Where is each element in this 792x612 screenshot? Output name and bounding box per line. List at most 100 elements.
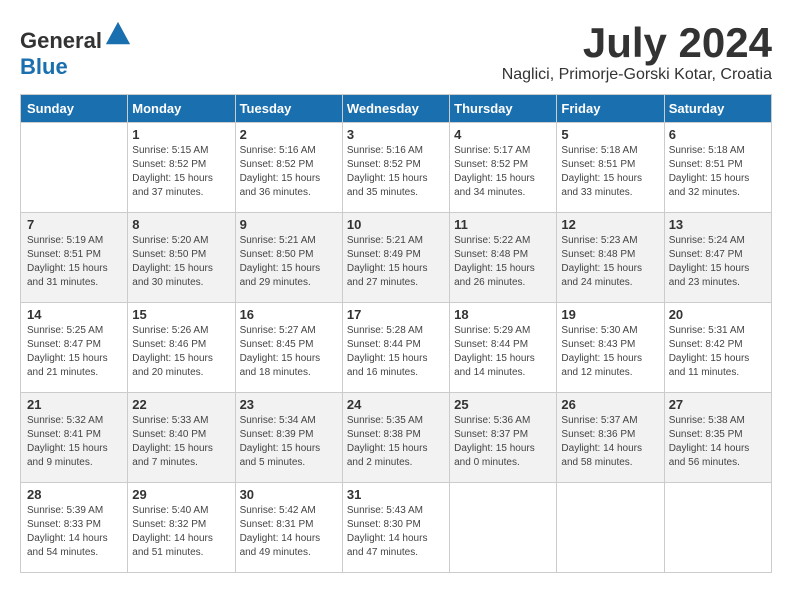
calendar-cell: 11Sunrise: 5:22 AM Sunset: 8:48 PM Dayli… (450, 213, 557, 303)
logo: General Blue (20, 20, 132, 80)
day-number: 1 (132, 127, 230, 142)
calendar-cell: 5 Sunrise: 5:18 AM Sunset: 8:51 PM Daylig… (557, 123, 664, 213)
day-info: Sunrise: 5:21 AM Sunset: 8:50 PM Dayligh… (240, 234, 338, 290)
day-info: Sunrise: 5:21 AM Sunset: 8:49 PM Dayligh… (347, 234, 445, 290)
day-info: Sunrise: 5:28 AM Sunset: 8:44 PM Dayligh… (347, 324, 445, 380)
day-number: 11 (454, 217, 552, 232)
day-info: Sunrise: 5:19 AM Sunset: 8:51 PM Dayligh… (27, 234, 123, 290)
day-info: Sunrise: 5:20 AM Sunset: 8:50 PM Dayligh… (132, 234, 230, 290)
day-number: 9 (240, 217, 338, 232)
calendar-week-row: 1 Sunrise: 5:15 AM Sunset: 8:52 PM Daylig… (21, 123, 772, 213)
day-info: Sunrise: 5:30 AM Sunset: 8:43 PM Dayligh… (561, 324, 659, 380)
calendar-cell: 3 Sunrise: 5:16 AM Sunset: 8:52 PM Daylig… (342, 123, 449, 213)
calendar-cell: 17Sunrise: 5:28 AM Sunset: 8:44 PM Dayli… (342, 303, 449, 393)
day-number: 19 (561, 307, 659, 322)
logo-general: General (20, 28, 102, 53)
calendar-cell: 6 Sunrise: 5:18 AM Sunset: 8:51 PM Daylig… (664, 123, 771, 213)
day-number: 24 (347, 397, 445, 412)
day-number: 21 (27, 397, 123, 412)
calendar-header-saturday: Saturday (664, 95, 771, 123)
day-info: Sunrise: 5:34 AM Sunset: 8:39 PM Dayligh… (240, 414, 338, 470)
calendar-cell: 14Sunrise: 5:25 AM Sunset: 8:47 PM Dayli… (21, 303, 128, 393)
calendar-cell: 4Sunrise: 5:17 AM Sunset: 8:52 PM Daylig… (450, 123, 557, 213)
calendar-cell: 8Sunrise: 5:20 AM Sunset: 8:50 PM Daylig… (128, 213, 235, 303)
calendar-header-monday: Monday (128, 95, 235, 123)
day-info: Sunrise: 5:32 AM Sunset: 8:41 PM Dayligh… (27, 414, 123, 470)
day-number: 25 (454, 397, 552, 412)
logo-text: General Blue (20, 20, 132, 80)
day-number: 23 (240, 397, 338, 412)
day-number: 7 (27, 217, 123, 232)
calendar-cell: 24 Sunrise: 5:35 AM Sunset: 8:38 PM Dayli… (342, 393, 449, 483)
calendar-week-row: 21 Sunrise: 5:32 AM Sunset: 8:41 PM Dayli… (21, 393, 772, 483)
day-number: 13 (669, 217, 767, 232)
day-info: Sunrise: 5:15 AM Sunset: 8:52 PM Dayligh… (132, 144, 230, 200)
day-info: Sunrise: 5:24 AM Sunset: 8:47 PM Dayligh… (669, 234, 767, 290)
calendar-table: SundayMondayTuesdayWednesdayThursdayFrid… (20, 94, 772, 573)
day-number: 29 (132, 487, 230, 502)
calendar-cell: 23 Sunrise: 5:34 AM Sunset: 8:39 PM Dayli… (235, 393, 342, 483)
day-info: Sunrise: 5:27 AM Sunset: 8:45 PM Dayligh… (240, 324, 338, 380)
calendar-cell (21, 123, 128, 213)
day-info: Sunrise: 5:18 AM Sunset: 8:51 PM Dayligh… (561, 144, 659, 200)
day-info: Sunrise: 5:35 AM Sunset: 8:38 PM Dayligh… (347, 414, 445, 470)
logo-blue: Blue (20, 54, 68, 79)
day-info: Sunrise: 5:25 AM Sunset: 8:47 PM Dayligh… (27, 324, 123, 380)
day-info: Sunrise: 5:16 AM Sunset: 8:52 PM Dayligh… (347, 144, 445, 200)
calendar-week-row: 7 Sunrise: 5:19 AM Sunset: 8:51 PM Daylig… (21, 213, 772, 303)
logo-icon (104, 20, 132, 48)
calendar-cell (664, 483, 771, 573)
title-block: July 2024 Naglici, Primorje-Gorski Kotar… (502, 20, 772, 84)
calendar-cell: 13 Sunrise: 5:24 AM Sunset: 8:47 PM Dayli… (664, 213, 771, 303)
day-info: Sunrise: 5:36 AM Sunset: 8:37 PM Dayligh… (454, 414, 552, 470)
calendar-cell: 19 Sunrise: 5:30 AM Sunset: 8:43 PM Dayli… (557, 303, 664, 393)
day-number: 5 (561, 127, 659, 142)
day-info: Sunrise: 5:18 AM Sunset: 8:51 PM Dayligh… (669, 144, 767, 200)
calendar-header-friday: Friday (557, 95, 664, 123)
day-number: 31 (347, 487, 445, 502)
calendar-cell: 27Sunrise: 5:38 AM Sunset: 8:35 PM Dayli… (664, 393, 771, 483)
calendar-header-wednesday: Wednesday (342, 95, 449, 123)
calendar-cell: 1 Sunrise: 5:15 AM Sunset: 8:52 PM Daylig… (128, 123, 235, 213)
day-info: Sunrise: 5:39 AM Sunset: 8:33 PM Dayligh… (27, 504, 123, 560)
day-info: Sunrise: 5:16 AM Sunset: 8:52 PM Dayligh… (240, 144, 338, 200)
day-number: 26 (561, 397, 659, 412)
day-info: Sunrise: 5:33 AM Sunset: 8:40 PM Dayligh… (132, 414, 230, 470)
page-header: General Blue July 2024 Naglici, Primorje… (20, 20, 772, 84)
calendar-cell: 12Sunrise: 5:23 AM Sunset: 8:48 PM Dayli… (557, 213, 664, 303)
day-info: Sunrise: 5:37 AM Sunset: 8:36 PM Dayligh… (561, 414, 659, 470)
day-info: Sunrise: 5:40 AM Sunset: 8:32 PM Dayligh… (132, 504, 230, 560)
calendar-cell: 2Sunrise: 5:16 AM Sunset: 8:52 PM Daylig… (235, 123, 342, 213)
calendar-week-row: 14Sunrise: 5:25 AM Sunset: 8:47 PM Dayli… (21, 303, 772, 393)
day-number: 20 (669, 307, 767, 322)
calendar-cell: 7 Sunrise: 5:19 AM Sunset: 8:51 PM Daylig… (21, 213, 128, 303)
day-number: 6 (669, 127, 767, 142)
day-number: 18 (454, 307, 552, 322)
day-info: Sunrise: 5:29 AM Sunset: 8:44 PM Dayligh… (454, 324, 552, 380)
calendar-cell: 20 Sunrise: 5:31 AM Sunset: 8:42 PM Dayli… (664, 303, 771, 393)
calendar-cell: 9 Sunrise: 5:21 AM Sunset: 8:50 PM Daylig… (235, 213, 342, 303)
day-info: Sunrise: 5:23 AM Sunset: 8:48 PM Dayligh… (561, 234, 659, 290)
day-number: 22 (132, 397, 230, 412)
calendar-header-row: SundayMondayTuesdayWednesdayThursdayFrid… (21, 95, 772, 123)
day-number: 10 (347, 217, 445, 232)
calendar-cell: 29 Sunrise: 5:40 AM Sunset: 8:32 PM Dayli… (128, 483, 235, 573)
day-number: 27 (669, 397, 767, 412)
month-year-title: July 2024 (502, 20, 772, 66)
calendar-cell: 21 Sunrise: 5:32 AM Sunset: 8:41 PM Dayli… (21, 393, 128, 483)
day-info: Sunrise: 5:26 AM Sunset: 8:46 PM Dayligh… (132, 324, 230, 380)
calendar-cell: 15Sunrise: 5:26 AM Sunset: 8:46 PM Dayli… (128, 303, 235, 393)
calendar-cell: 26 Sunrise: 5:37 AM Sunset: 8:36 PM Dayli… (557, 393, 664, 483)
calendar-cell: 30 Sunrise: 5:42 AM Sunset: 8:31 PM Dayli… (235, 483, 342, 573)
calendar-header-tuesday: Tuesday (235, 95, 342, 123)
day-info: Sunrise: 5:31 AM Sunset: 8:42 PM Dayligh… (669, 324, 767, 380)
calendar-cell: 16Sunrise: 5:27 AM Sunset: 8:45 PM Dayli… (235, 303, 342, 393)
day-number: 30 (240, 487, 338, 502)
day-info: Sunrise: 5:42 AM Sunset: 8:31 PM Dayligh… (240, 504, 338, 560)
day-number: 3 (347, 127, 445, 142)
calendar-week-row: 28Sunrise: 5:39 AM Sunset: 8:33 PM Dayli… (21, 483, 772, 573)
calendar-cell: 10 Sunrise: 5:21 AM Sunset: 8:49 PM Dayli… (342, 213, 449, 303)
calendar-cell: 22 Sunrise: 5:33 AM Sunset: 8:40 PM Dayli… (128, 393, 235, 483)
location-subtitle: Naglici, Primorje-Gorski Kotar, Croatia (502, 66, 772, 84)
calendar-cell: 31Sunrise: 5:43 AM Sunset: 8:30 PM Dayli… (342, 483, 449, 573)
